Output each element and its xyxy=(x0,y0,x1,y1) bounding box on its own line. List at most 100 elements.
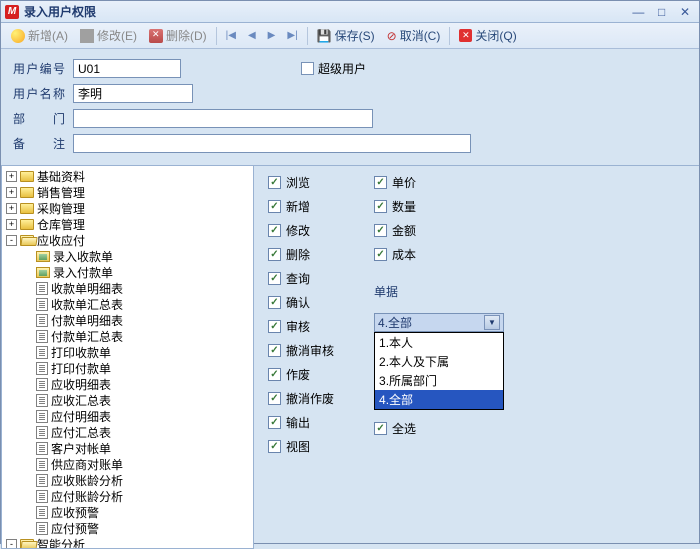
remark-input[interactable] xyxy=(73,134,471,153)
tree-item-label: 收款单汇总表 xyxy=(51,296,123,313)
perm-checkbox[interactable] xyxy=(268,296,281,309)
tree-item[interactable]: 应收预警 xyxy=(2,504,253,520)
tree-item-label: 应收明细表 xyxy=(51,376,111,393)
tree-item[interactable]: +仓库管理 xyxy=(2,216,253,232)
perm-label: 查询 xyxy=(286,270,310,287)
titlebar: M 录入用户权限 — □ ✕ xyxy=(1,1,699,23)
combo-option[interactable]: 1.本人 xyxy=(375,333,503,352)
perm-checkbox[interactable] xyxy=(268,176,281,189)
tree-item[interactable]: 应付账龄分析 xyxy=(2,488,253,504)
select-all-label: 全选 xyxy=(392,420,416,437)
expander-icon[interactable]: + xyxy=(6,219,17,230)
doc-acc-icon xyxy=(36,267,50,278)
perm-label: 删除 xyxy=(286,246,310,263)
cancel-button[interactable]: ⊘取消(C) xyxy=(382,25,446,46)
tree-item[interactable]: -应收应付 xyxy=(2,232,253,248)
combo-option[interactable]: 3.所属部门 xyxy=(375,371,503,390)
perm-checkbox[interactable] xyxy=(268,416,281,429)
bill-scope-combo[interactable]: 4.全部▼ xyxy=(374,313,504,332)
tree-item[interactable]: 应收明细表 xyxy=(2,376,253,392)
combo-option[interactable]: 4.全部 xyxy=(375,390,503,409)
doc-icon-icon xyxy=(36,378,48,391)
doc-acc-icon xyxy=(36,251,50,262)
perm-item: 单价 xyxy=(374,174,504,191)
expander-icon[interactable]: + xyxy=(6,187,17,198)
perm-item: 撤消审核 xyxy=(268,342,334,359)
save-button[interactable]: 💾保存(S) xyxy=(312,25,380,46)
select-all-checkbox[interactable] xyxy=(374,422,387,435)
perm-item: 浏览 xyxy=(268,174,334,191)
userid-input[interactable] xyxy=(73,59,181,78)
tree-item[interactable]: +基础资料 xyxy=(2,168,253,184)
perm-checkbox[interactable] xyxy=(374,200,387,213)
expander-icon[interactable]: - xyxy=(6,235,17,246)
tree-item[interactable]: 录入收款单 xyxy=(2,248,253,264)
close-button[interactable]: ✕ xyxy=(675,5,695,19)
perm-checkbox[interactable] xyxy=(268,248,281,261)
expander-icon[interactable]: + xyxy=(6,203,17,214)
tree-item[interactable]: 收款单汇总表 xyxy=(2,296,253,312)
tree-pane: +基础资料+销售管理+采购管理+仓库管理-应收应付录入收款单录入付款单收款单明细… xyxy=(1,166,254,549)
cancel-icon: ⊘ xyxy=(387,29,397,43)
nav-last-button[interactable]: ▶| xyxy=(282,28,302,43)
tree-item[interactable]: 付款单明细表 xyxy=(2,312,253,328)
superuser-checkbox[interactable] xyxy=(301,62,314,75)
perm-label: 确认 xyxy=(286,294,310,311)
nav-prev-button[interactable]: ◀ xyxy=(243,28,261,43)
permissions-pane: 浏览新增修改删除查询确认审核撤消审核作废撤消作废输出视图 单价数量金额成本单据4… xyxy=(254,166,699,549)
tree-item[interactable]: 收款单明细表 xyxy=(2,280,253,296)
username-input[interactable] xyxy=(73,84,193,103)
tree-item[interactable]: 供应商对账单 xyxy=(2,456,253,472)
perm-label: 撤消审核 xyxy=(286,342,334,359)
perm-checkbox[interactable] xyxy=(374,224,387,237)
doc-icon-icon xyxy=(36,282,48,295)
tree-item-label: 录入收款单 xyxy=(53,248,113,265)
perm-checkbox[interactable] xyxy=(268,440,281,453)
tree-item[interactable]: +销售管理 xyxy=(2,184,253,200)
minimize-button[interactable]: — xyxy=(628,5,648,19)
combo-option[interactable]: 2.本人及下属 xyxy=(375,352,503,371)
perm-item: 查询 xyxy=(268,270,334,287)
new-icon xyxy=(11,29,25,43)
perm-checkbox[interactable] xyxy=(374,176,387,189)
perm-checkbox[interactable] xyxy=(268,368,281,381)
tree-item[interactable]: 打印收款单 xyxy=(2,344,253,360)
perm-label: 作废 xyxy=(286,366,310,383)
tree-item-label: 客户对帐单 xyxy=(51,440,111,457)
perm-checkbox[interactable] xyxy=(268,344,281,357)
tree-item[interactable]: 客户对帐单 xyxy=(2,440,253,456)
tree-item[interactable]: 打印付款单 xyxy=(2,360,253,376)
perm-checkbox[interactable] xyxy=(268,320,281,333)
perm-checkbox[interactable] xyxy=(268,272,281,285)
tree-item[interactable]: +采购管理 xyxy=(2,200,253,216)
tree-item[interactable]: -智能分析 xyxy=(2,536,253,549)
tree-item[interactable]: 应收汇总表 xyxy=(2,392,253,408)
nav-next-button[interactable]: ▶ xyxy=(263,28,281,43)
tree-item[interactable]: 应付明细表 xyxy=(2,408,253,424)
doc-icon-icon xyxy=(36,330,48,343)
tree-item[interactable]: 应付预警 xyxy=(2,520,253,536)
expander-icon[interactable]: + xyxy=(6,171,17,182)
maximize-button[interactable]: □ xyxy=(652,5,672,19)
doc-icon-icon xyxy=(36,490,48,503)
tree-item-label: 应收预警 xyxy=(51,504,99,521)
nav-first-button[interactable]: |◀ xyxy=(221,28,241,43)
tree-item[interactable]: 录入付款单 xyxy=(2,264,253,280)
tree-item[interactable]: 应付汇总表 xyxy=(2,424,253,440)
perm-label: 成本 xyxy=(392,246,416,263)
tree-item-label: 付款单明细表 xyxy=(51,312,123,329)
tree-item[interactable]: 应收账龄分析 xyxy=(2,472,253,488)
new-button: 新增(A) xyxy=(6,25,73,46)
close-window-button[interactable]: ✕关闭(Q) xyxy=(454,25,521,46)
tree-item[interactable]: 付款单汇总表 xyxy=(2,328,253,344)
perm-checkbox[interactable] xyxy=(268,392,281,405)
chevron-down-icon[interactable]: ▼ xyxy=(484,315,500,330)
perm-label: 数量 xyxy=(392,198,416,215)
perm-checkbox[interactable] xyxy=(268,224,281,237)
select-all-item: 全选 xyxy=(374,420,504,437)
perm-checkbox[interactable] xyxy=(374,248,387,261)
delete-button: 删除(D) xyxy=(144,25,212,46)
dept-input[interactable] xyxy=(73,109,373,128)
doc-icon-icon xyxy=(36,394,48,407)
perm-checkbox[interactable] xyxy=(268,200,281,213)
